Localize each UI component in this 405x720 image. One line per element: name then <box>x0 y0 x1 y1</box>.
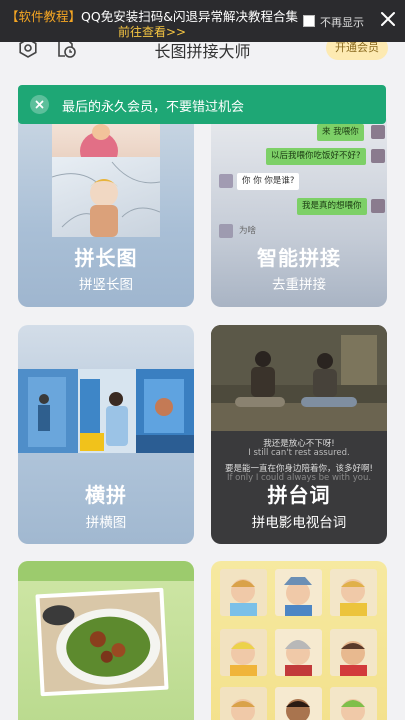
chat-bubble: 你 你 你是谁? <box>237 173 300 190</box>
leaf-decoration <box>18 561 194 581</box>
dont-show-checkbox[interactable] <box>303 15 315 27</box>
avatar <box>371 199 385 213</box>
toast-message: 最后的永久会员，不要错过机会 <box>62 100 245 115</box>
long-photo-thumb-bottom <box>52 157 160 237</box>
subtitle-line: I still can't rest assured. <box>248 448 350 458</box>
banner-text: QQ免安装扫码&闪退异常解决教程合集 <box>81 9 298 24</box>
card-subtitle-stitch[interactable]: 我还是放心不下呀! I still can't rest assured. 要是… <box>211 325 387 544</box>
card-smart-stitch[interactable]: 来 我喂你 以后我喂你吃饭好不好? 你 你 你是谁? 我是真的想喂你 为啥 智能… <box>211 112 387 307</box>
chat-text: 为啥 <box>239 226 257 236</box>
card-title: 智能拼接 <box>257 246 341 270</box>
avatar <box>219 174 233 188</box>
close-icon[interactable] <box>30 95 49 114</box>
kid-photo <box>330 629 377 676</box>
promo-toast: 最后的永久会员，不要错过机会 <box>18 85 386 124</box>
chat-bubble: 我是真的想喂你 <box>297 198 367 215</box>
horizontal-photo-thumb <box>18 369 194 453</box>
kid-photo <box>275 569 322 616</box>
close-icon[interactable] <box>377 8 399 30</box>
kid-photo <box>220 569 267 616</box>
kid-photo <box>275 687 322 720</box>
app-screen: 【软件教程】QQ免安装扫码&闪退异常解决教程合集 前往查看>> 不再显示 长图拼… <box>0 0 405 720</box>
card-subtitle: 拼竖长图 <box>79 277 133 293</box>
card-horizontal-stitch[interactable]: 横拼 拼横图 <box>18 325 194 544</box>
card-grid-template[interactable] <box>211 561 387 720</box>
movie-still-thumb <box>211 325 387 431</box>
kid-photo <box>220 687 267 720</box>
card-long-stitch[interactable]: 拼长图 拼竖长图 <box>18 112 194 307</box>
card-subtitle: 拼横图 <box>85 515 127 531</box>
kid-photo <box>330 569 377 616</box>
banner-link[interactable]: 前往查看>> <box>118 23 186 40</box>
avatar <box>371 125 385 139</box>
card-subtitle: 拼电影电视台词 <box>251 515 347 531</box>
kid-photo <box>330 687 377 720</box>
card-title: 拼台词 <box>267 483 331 507</box>
ad-banner[interactable]: 【软件教程】QQ免安装扫码&闪退异常解决教程合集 前往查看>> 不再显示 <box>0 0 405 42</box>
card-subtitle: 去重拼接 <box>272 277 326 293</box>
kid-photo <box>275 629 322 676</box>
avatar <box>371 149 385 163</box>
chat-bubble: 以后我喂你吃饭好不好? <box>266 148 366 165</box>
avatar <box>219 224 233 238</box>
kid-photo <box>220 629 267 676</box>
dont-show-label[interactable]: 不再显示 <box>320 14 364 30</box>
chat-bubble: 来 我喂你 <box>317 124 364 141</box>
food-photo-thumb <box>35 587 169 697</box>
card-food-template[interactable] <box>18 561 194 720</box>
banner-tag: 【软件教程】 <box>6 9 82 24</box>
card-title: 横拼 <box>85 483 127 507</box>
card-title: 拼长图 <box>74 246 138 270</box>
